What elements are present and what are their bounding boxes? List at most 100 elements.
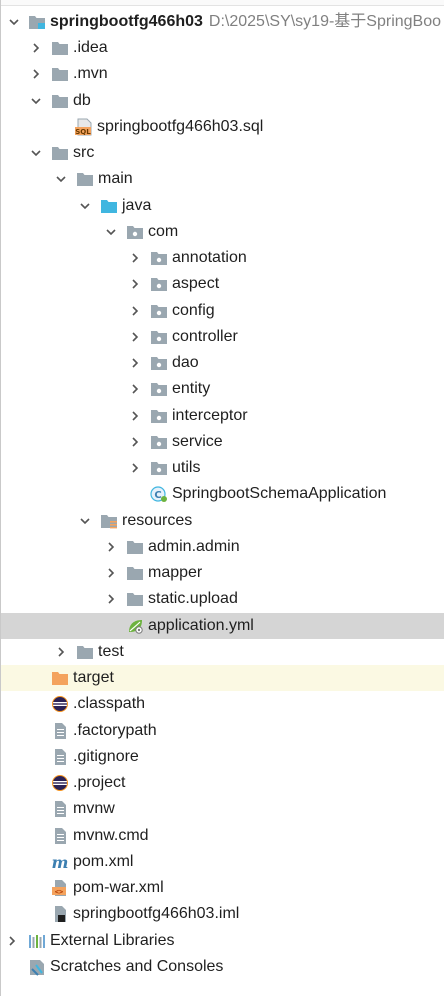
chevron-right-icon[interactable] (29, 67, 43, 81)
tree-row-controller[interactable]: controller (1, 324, 444, 350)
tree-row-scratches[interactable]: Scratches and Consoles (1, 954, 444, 980)
folder-icon (50, 92, 70, 110)
package-icon (149, 459, 169, 477)
tree-row-factorypath[interactable]: .factorypath (1, 718, 444, 744)
tree-item-label: annotation (172, 249, 247, 267)
tree-row-aspect[interactable]: aspect (1, 271, 444, 297)
sql-file-icon: SQL (74, 118, 94, 136)
tree-row-interceptor[interactable]: interceptor (1, 403, 444, 429)
tree-row-target[interactable]: target (1, 665, 444, 692)
tree-row-mvn[interactable]: .mvn (1, 61, 444, 87)
chevron-down-icon[interactable] (29, 94, 43, 108)
tree-row-root[interactable]: springbootfg466h03 D:\2025\SY\sy19-基于Spr… (1, 9, 444, 35)
tree-item-label: springbootfg466h03.iml (73, 905, 240, 923)
chevron-right-icon[interactable] (128, 409, 142, 423)
tree-row-external-libraries[interactable]: External Libraries (1, 928, 444, 954)
tree-item-label: config (172, 302, 215, 320)
chevron-down-icon[interactable] (54, 172, 68, 186)
tree-row-service[interactable]: service (1, 429, 444, 455)
chevron-down-icon[interactable] (7, 15, 21, 29)
folder-icon (125, 590, 145, 608)
tree-item-label: db (73, 92, 91, 110)
tree-row-dao[interactable]: dao (1, 350, 444, 376)
svg-text:m: m (52, 853, 69, 872)
tree-item-label: interceptor (172, 407, 248, 425)
chevron-down-icon[interactable] (29, 146, 43, 160)
tree-row-entity[interactable]: entity (1, 376, 444, 402)
chevron-down-icon[interactable] (104, 225, 118, 239)
eclipse-icon (50, 774, 70, 792)
package-icon (149, 380, 169, 398)
tree-item-label: mvnw.cmd (73, 827, 149, 845)
tree-row-static-upload[interactable]: static.upload (1, 586, 444, 612)
tree-item-label: .idea (73, 39, 108, 57)
folder-icon (50, 39, 70, 57)
tree-row-annotation[interactable]: annotation (1, 245, 444, 271)
tree-row-com[interactable]: com (1, 219, 444, 245)
tree-row-src[interactable]: src (1, 140, 444, 166)
chevron-right-icon[interactable] (128, 304, 142, 318)
chevron-right-icon[interactable] (104, 566, 118, 580)
chevron-right-icon[interactable] (5, 934, 19, 948)
tree-row-mapper[interactable]: mapper (1, 560, 444, 586)
tree-row-utils[interactable]: utils (1, 455, 444, 481)
chevron-right-icon[interactable] (128, 277, 142, 291)
package-icon (149, 407, 169, 425)
chevron-right-icon[interactable] (128, 382, 142, 396)
chevron-right-icon[interactable] (54, 645, 68, 659)
tree-row-pom-war-xml[interactable]: <> pom-war.xml (1, 875, 444, 901)
eclipse-icon (50, 695, 70, 713)
package-icon (149, 275, 169, 293)
chevron-right-icon[interactable] (104, 592, 118, 606)
tree-row-project[interactable]: .project (1, 770, 444, 796)
chevron-right-icon[interactable] (104, 540, 118, 554)
tree-item-label: controller (172, 328, 238, 346)
project-root-path: D:\2025\SY\sy19-基于SpringBoo (208, 13, 442, 31)
tree-item-label: utils (172, 459, 201, 477)
chevron-right-icon[interactable] (128, 435, 142, 449)
chevron-right-icon[interactable] (128, 356, 142, 370)
xml-file-icon: <> (50, 879, 70, 897)
tree-row-classpath[interactable]: .classpath (1, 691, 444, 717)
tree-row-resources[interactable]: resources (1, 508, 444, 534)
tree-row-pom-xml[interactable]: m pom.xml (1, 849, 444, 875)
tree-item-label: aspect (172, 275, 220, 293)
tree-row-gitignore[interactable]: .gitignore (1, 744, 444, 770)
tree-row-idea[interactable]: .idea (1, 35, 444, 61)
tree-row-mvnw[interactable]: mvnw (1, 796, 444, 822)
excluded-folder-icon (50, 669, 70, 687)
chevron-down-icon[interactable] (78, 199, 92, 213)
tree-row-java[interactable]: java (1, 193, 444, 219)
tree-row-main-class[interactable]: C SpringbootSchemaApplication (1, 481, 444, 507)
tree-row-mvnw-cmd[interactable]: mvnw.cmd (1, 823, 444, 849)
tree-row-db[interactable]: db (1, 88, 444, 114)
folder-icon (125, 564, 145, 582)
chevron-right-icon[interactable] (29, 41, 43, 55)
tree-row-application-yml[interactable]: application.yml (1, 613, 444, 640)
tree-row-config[interactable]: config (1, 298, 444, 324)
tree-row-main[interactable]: main (1, 166, 444, 192)
tree-row-iml[interactable]: springbootfg466h03.iml (1, 901, 444, 927)
tree-row-admin-admin[interactable]: admin.admin (1, 534, 444, 560)
text-file-icon (50, 722, 70, 740)
tree-item-label: dao (172, 354, 199, 372)
chevron-right-icon[interactable] (128, 461, 142, 475)
chevron-right-icon[interactable] (128, 330, 142, 344)
tree-item-label: main (98, 170, 133, 188)
tree-row-sql-file[interactable]: SQL springbootfg466h03.sql (1, 114, 444, 140)
spring-config-icon (125, 617, 145, 635)
tree-item-label: Scratches and Consoles (50, 958, 224, 976)
chevron-right-icon[interactable] (128, 251, 142, 265)
folder-icon (75, 170, 95, 188)
package-icon (149, 433, 169, 451)
tree-row-test[interactable]: test (1, 639, 444, 665)
folder-icon (50, 144, 70, 162)
chevron-down-icon[interactable] (78, 514, 92, 528)
